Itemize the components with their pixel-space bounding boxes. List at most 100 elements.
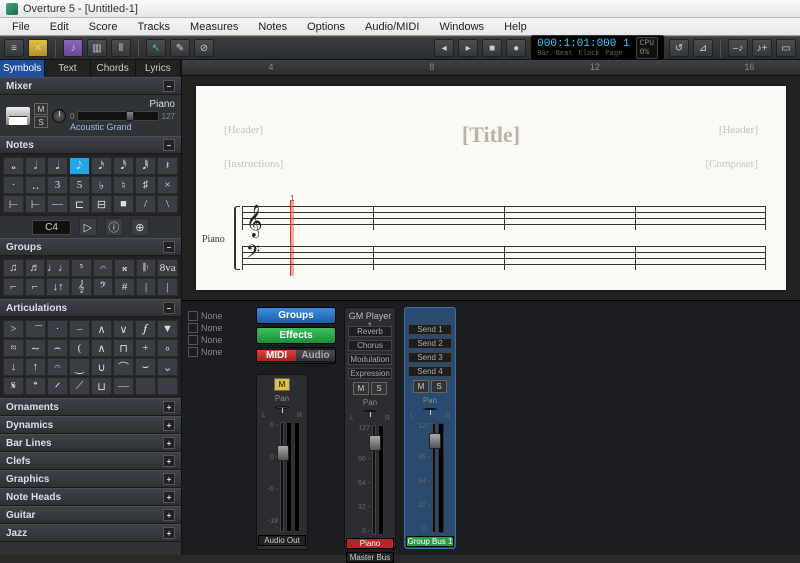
collapse-icon[interactable]: – — [163, 241, 175, 253]
send-3[interactable]: Send 3 — [408, 352, 452, 363]
art-accent[interactable]: > — [3, 320, 24, 338]
natural-icon[interactable]: ♮ — [113, 176, 134, 194]
expand-icon[interactable]: + — [163, 491, 175, 503]
timeline-ruler[interactable]: 4 8 12 16 — [182, 60, 800, 76]
art-cell[interactable]: ≈ — [3, 339, 24, 357]
pointer-icon[interactable]: ↖ — [146, 39, 166, 57]
prev-icon[interactable]: ◂ — [434, 39, 454, 57]
group-cell[interactable]: ⌐ — [3, 278, 24, 296]
art-cell[interactable]: ↓ — [3, 358, 24, 376]
menu-score[interactable]: Score — [79, 19, 128, 35]
menu-options[interactable]: Options — [297, 19, 355, 35]
group-begin[interactable]: 𝄆 — [136, 259, 157, 277]
expand-icon[interactable]: + — [163, 473, 175, 485]
beam-mid[interactable]: ⊟ — [91, 195, 112, 213]
pan-knob[interactable] — [52, 109, 66, 123]
zoom-in-icon[interactable]: ♪+ — [752, 39, 772, 57]
note-rest[interactable]: 𝄽 — [157, 157, 178, 175]
art-cell[interactable]: ∘ — [157, 339, 178, 357]
tab-text[interactable]: Text — [45, 60, 90, 77]
art-marcato-dn[interactable]: ∨ — [113, 320, 134, 338]
group-tuplet5[interactable]: ⁵ — [71, 259, 92, 277]
menu-edit[interactable]: Edit — [40, 19, 79, 35]
mixer-header[interactable]: Mixer – — [0, 77, 181, 95]
send-2[interactable]: Send 2 — [408, 338, 452, 349]
art-tenuto[interactable]: ͞ — [25, 320, 46, 338]
send-modulation[interactable]: Modulation — [348, 354, 392, 365]
art-cell[interactable]: 𝄋 — [3, 377, 24, 395]
menu-audiomidi[interactable]: Audio/MIDI — [355, 19, 429, 35]
group-treble[interactable]: 𝄞 — [71, 278, 92, 296]
effects-button[interactable]: Effects — [256, 327, 336, 344]
clefs-header[interactable]: Clefs+ — [0, 452, 181, 470]
group-trill[interactable]: 𝄪 — [114, 259, 135, 277]
solo-button[interactable]: S — [431, 380, 447, 393]
play-note-icon[interactable]: ▷ — [79, 218, 97, 236]
dynamics-header[interactable]: Dynamics+ — [0, 416, 181, 434]
channel-header[interactable]: GM Player 1 — [347, 311, 393, 323]
art-forte[interactable]: 𝆑 — [135, 320, 156, 338]
note-eighth[interactable]: 𝅘𝅥𝅮 — [69, 157, 90, 175]
slash-up[interactable]: / — [135, 195, 156, 213]
menu-notes[interactable]: Notes — [248, 19, 297, 35]
tuplet-3[interactable]: 3 — [47, 176, 68, 194]
art-cell[interactable]: ⟋ — [69, 377, 90, 395]
composer[interactable]: [Composer] — [705, 158, 758, 170]
pan-knob[interactable] — [275, 406, 289, 409]
volume-fader[interactable] — [372, 425, 376, 535]
note-ddot[interactable]: ‥ — [25, 176, 46, 194]
art-cell[interactable]: ∧ — [91, 339, 112, 357]
sharp-icon[interactable]: ♯ — [135, 176, 156, 194]
beam-start[interactable]: ⊏ — [69, 195, 90, 213]
collapse-icon[interactable]: – — [163, 302, 175, 314]
art-cell[interactable]: ⌢ — [47, 339, 68, 357]
info-icon[interactable]: ⓘ — [105, 218, 123, 236]
globe-icon[interactable]: ⊕ — [131, 218, 149, 236]
tracks-tool-icon[interactable]: ▥ — [87, 39, 107, 57]
tab-chords[interactable]: Chords — [91, 60, 136, 77]
art-cell[interactable]: ∪ — [91, 358, 112, 376]
score-title[interactable]: [Title] — [196, 122, 786, 148]
mute-button[interactable]: M — [353, 382, 369, 395]
solo-button[interactable]: S — [371, 382, 387, 395]
pan-knob[interactable] — [363, 410, 377, 412]
groups-button[interactable]: Groups — [256, 307, 336, 324]
send-1[interactable]: Send 1 — [408, 324, 452, 335]
groups-header[interactable]: Groups– — [0, 238, 181, 256]
art-cell[interactable]: ⌣ — [135, 358, 156, 376]
bass-staff[interactable]: 𝄢 — [242, 246, 766, 270]
instructions[interactable]: [Instructions] — [224, 158, 283, 170]
send-reverb[interactable]: Reverb — [348, 326, 392, 337]
art-staccato[interactable]: · — [47, 320, 68, 338]
art-cell[interactable] — [135, 377, 156, 395]
guitar-header[interactable]: Guitar+ — [0, 506, 181, 524]
menu-tracks[interactable]: Tracks — [127, 19, 180, 35]
collapse-icon[interactable]: – — [163, 80, 175, 92]
list-icon[interactable]: ≡ — [4, 39, 24, 57]
tab-lyrics[interactable]: Lyrics — [136, 60, 181, 77]
group-arpeggio[interactable]: ↓↑ — [46, 278, 70, 296]
group-beam4[interactable]: ♬ — [25, 259, 46, 277]
score-area[interactable]: [Header] [Header] [Title] [Instructions]… — [182, 76, 800, 300]
grand-staff[interactable]: Piano 1 𝄞 𝄢 — [242, 206, 766, 270]
play-icon[interactable]: ▸ — [458, 39, 478, 57]
menu-help[interactable]: Help — [494, 19, 537, 35]
erase-icon[interactable]: ⊘ — [194, 39, 214, 57]
record-icon[interactable]: ● — [506, 39, 526, 57]
group-sharp[interactable]: # — [114, 278, 135, 296]
flat-icon[interactable]: ♭ — [91, 176, 112, 194]
ornaments-header[interactable]: Ornaments+ — [0, 398, 181, 416]
note-32nd[interactable]: 𝅘𝅥𝅰 — [113, 157, 134, 175]
mute-button[interactable]: M — [34, 103, 48, 115]
expand-icon[interactable]: + — [163, 509, 175, 521]
stem-down[interactable]: ⊢ — [25, 195, 46, 213]
group-beam2[interactable]: ♫ — [3, 259, 24, 277]
art-cell[interactable]: 𝄍 — [47, 377, 68, 395]
articulations-header[interactable]: Articulations– — [0, 299, 181, 317]
art-cell[interactable]: + — [135, 339, 156, 357]
barlines-header[interactable]: Bar Lines+ — [0, 434, 181, 452]
art-cell[interactable]: ⊓ — [113, 339, 134, 357]
midi-audio-toggle[interactable]: MIDIAudio — [256, 347, 336, 364]
art-cell[interactable]: ( — [69, 339, 90, 357]
group-cell[interactable]: ⌐ — [25, 278, 46, 296]
